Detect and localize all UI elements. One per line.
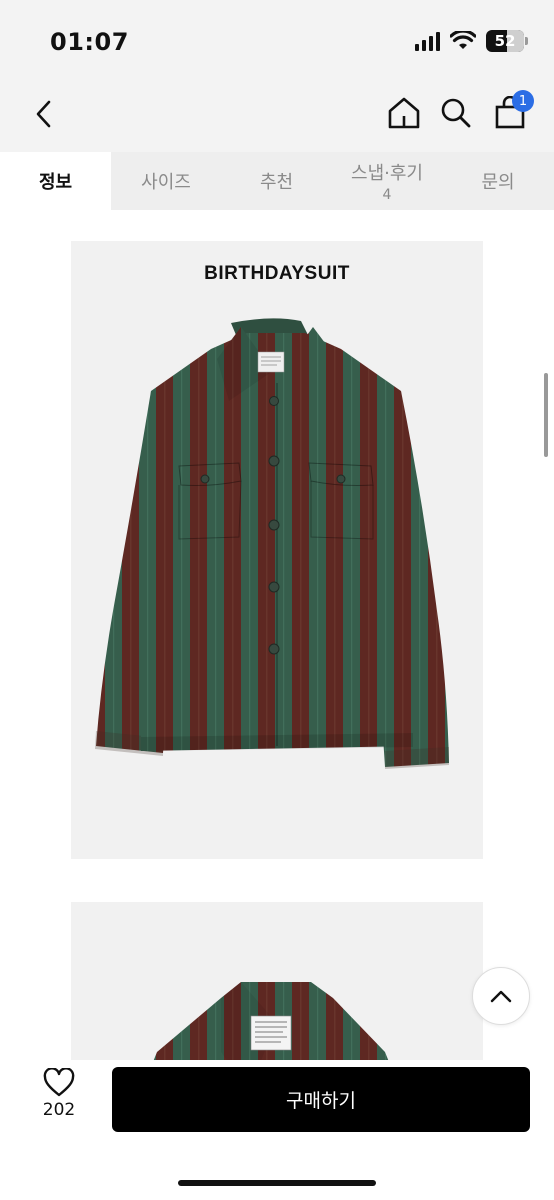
product-tabs: 정보 사이즈 추천 스냅·후기 4 문의 [0,152,554,210]
buy-button[interactable]: 구매하기 [112,1067,530,1132]
tab-recommend[interactable]: 추천 [221,152,332,210]
tab-label: 사이즈 [141,172,191,193]
tab-info[interactable]: 정보 [0,152,111,210]
home-icon [388,97,420,129]
home-button[interactable] [384,92,424,134]
tab-label: 추천 [259,172,294,193]
tab-label: 문의 [481,172,515,193]
navigation-bar: 1 [0,84,554,152]
battery-icon: 52 [486,30,528,52]
search-icon [441,98,471,128]
tab-label: 정보 [38,172,73,193]
bottom-action-bar: 202 구매하기 [0,1060,554,1200]
status-icons: 52 [415,30,528,52]
scrollbar[interactable] [544,373,548,457]
like-count: 202 [42,1100,76,1120]
cart-count-badge: 1 [512,90,534,112]
heart-icon [43,1068,75,1097]
chevron-left-icon [36,100,51,128]
tab-snap-reviews[interactable]: 스냅·후기 4 [332,152,442,210]
product-detail-content: BIRTHDAYSUIT [0,210,554,1060]
wifi-icon [450,31,476,49]
search-button[interactable] [436,92,476,134]
battery-level: 52 [494,32,516,50]
tab-label: 스냅·후기 [351,163,423,184]
home-indicator[interactable] [178,1180,376,1186]
back-button[interactable] [26,94,62,134]
cellular-signal-icon [415,31,440,51]
like-button[interactable]: 202 [30,1068,88,1130]
cart-button[interactable]: 1 [490,90,534,134]
tab-inquiry[interactable]: 문의 [442,152,554,210]
shirt-image [95,318,449,769]
status-bar: 01:07 52 [0,0,554,84]
shirt-detail-image [153,982,389,1060]
tab-size[interactable]: 사이즈 [111,152,221,210]
chevron-up-icon [490,990,512,1003]
product-image-card: BIRTHDAYSUIT [71,241,483,859]
scroll-to-top-button[interactable] [472,967,530,1025]
tab-count: 4 [382,187,392,203]
status-time: 01:07 [50,28,129,56]
product-image-card [71,902,483,1060]
